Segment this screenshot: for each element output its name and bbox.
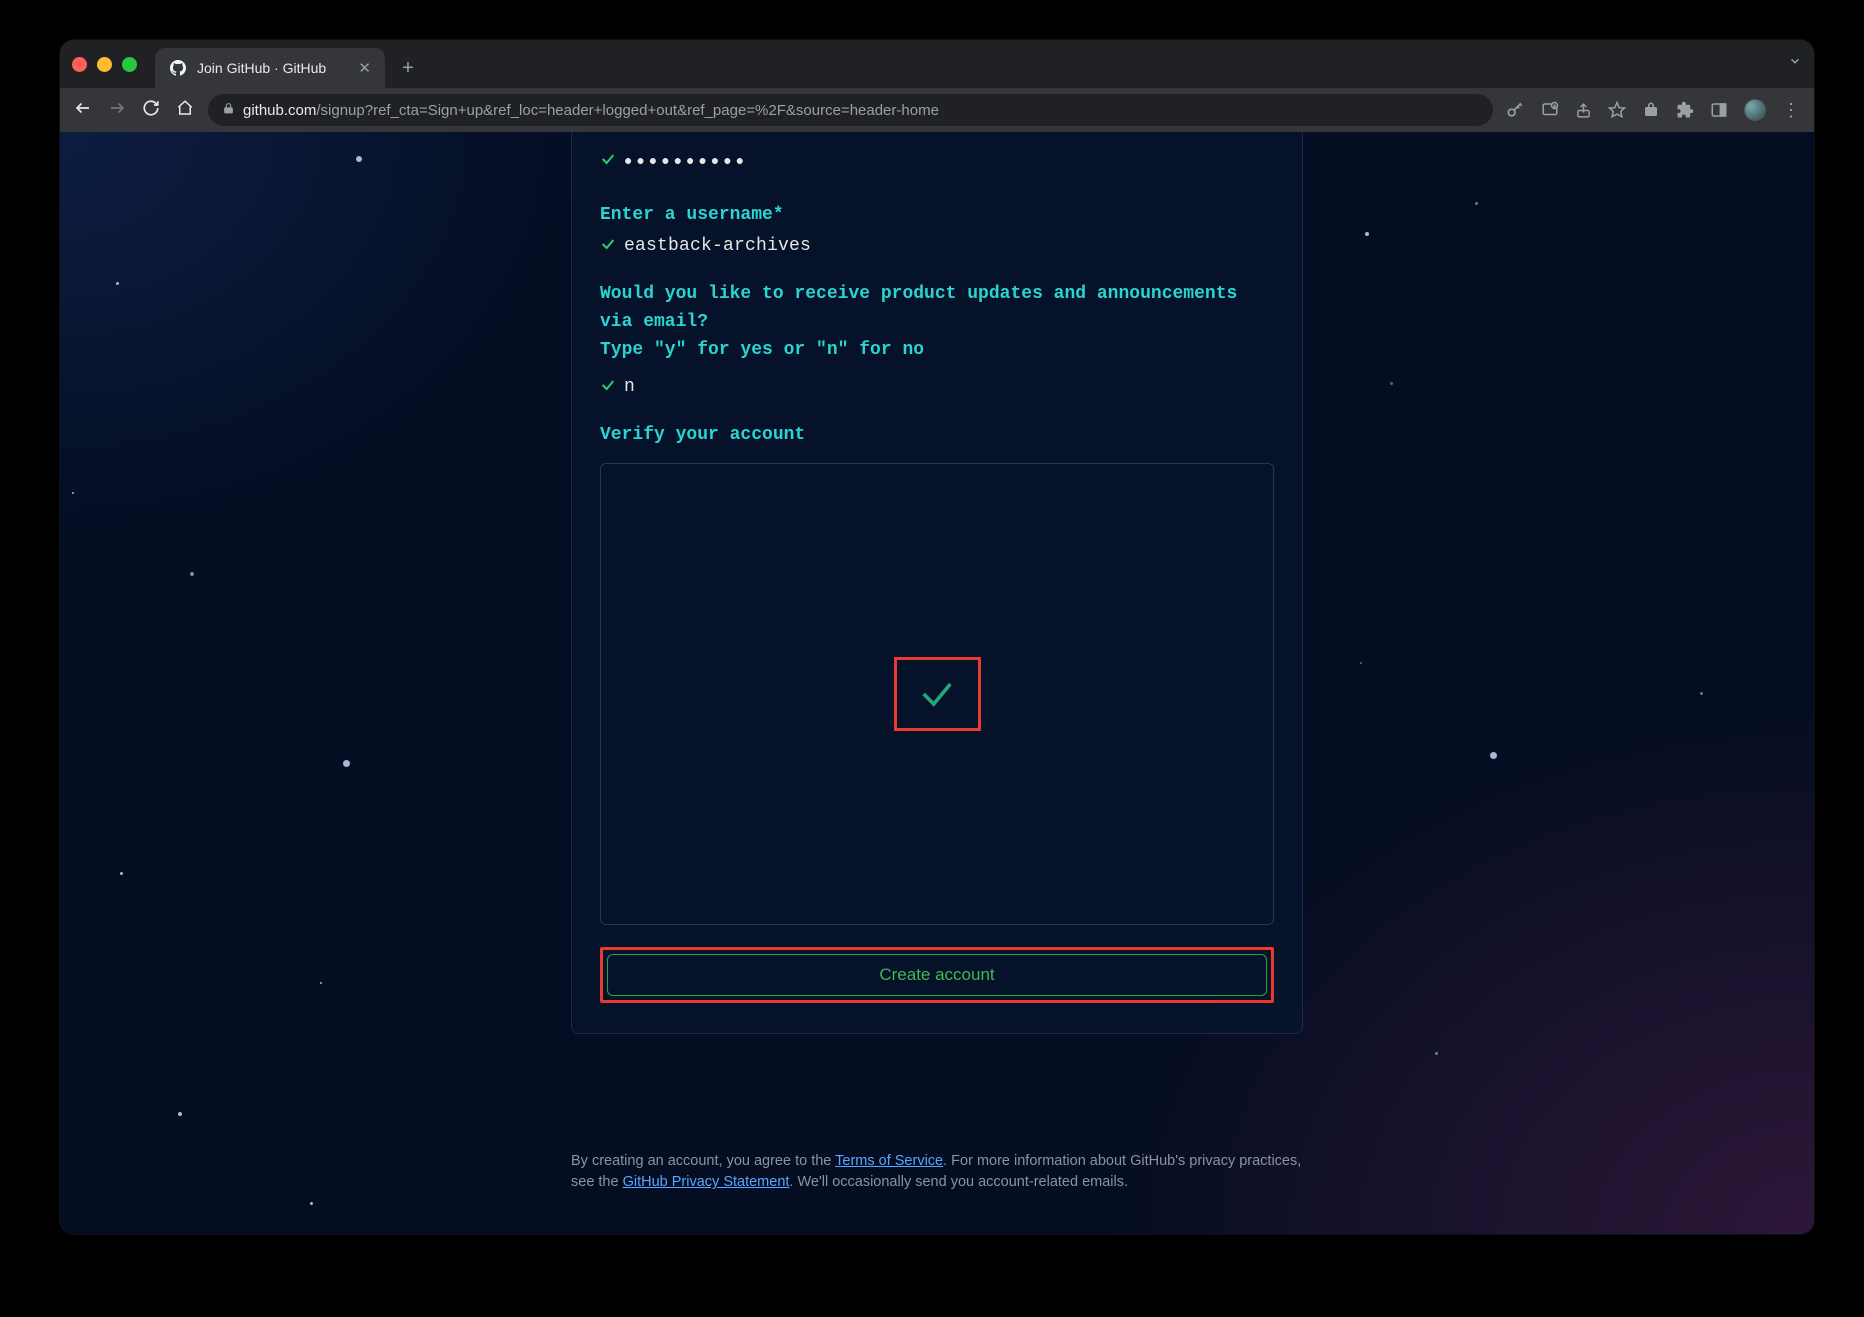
url-text: github.com/signup?ref_cta=Sign+up&ref_lo… bbox=[243, 102, 939, 119]
password-masked-value: ●●●●●●●●●● bbox=[624, 154, 748, 170]
profile-avatar[interactable] bbox=[1744, 99, 1766, 121]
star-decor bbox=[310, 1202, 313, 1205]
tab-strip: Join GitHub · GitHub ✕ + bbox=[60, 40, 1814, 88]
password-key-icon[interactable] bbox=[1505, 100, 1525, 120]
extension-icon-1[interactable] bbox=[1642, 101, 1660, 119]
username-prompt: Enter a username* bbox=[600, 202, 1274, 230]
tab-title: Join GitHub · GitHub bbox=[197, 60, 348, 76]
browser-tab[interactable]: Join GitHub · GitHub ✕ bbox=[155, 48, 385, 88]
create-account-highlight: Create account bbox=[600, 947, 1274, 1003]
star-decor bbox=[178, 1112, 182, 1116]
terms-of-service-link[interactable]: Terms of Service bbox=[835, 1153, 943, 1169]
star-decor bbox=[1700, 692, 1703, 695]
username-step: Enter a username* eastback-archives bbox=[600, 202, 1274, 257]
window-maximize-button[interactable] bbox=[122, 57, 137, 72]
star-decor bbox=[1490, 752, 1497, 759]
email-updates-step: Would you like to receive product update… bbox=[600, 281, 1274, 398]
email-updates-prompt-line1: Would you like to receive product update… bbox=[600, 281, 1274, 337]
tabs-dropdown-button[interactable] bbox=[1788, 54, 1802, 71]
tab-close-button[interactable]: ✕ bbox=[358, 59, 371, 77]
window-minimize-button[interactable] bbox=[97, 57, 112, 72]
create-account-button[interactable]: Create account bbox=[607, 954, 1267, 996]
github-favicon-icon bbox=[169, 59, 187, 77]
star-decor bbox=[116, 282, 119, 285]
star-decor bbox=[1435, 1052, 1438, 1055]
star-decor bbox=[190, 572, 194, 576]
captcha-check-icon bbox=[912, 674, 962, 714]
extensions-puzzle-icon[interactable] bbox=[1676, 101, 1694, 119]
email-updates-prompt-line2: Type "y" for yes or "n" for no bbox=[600, 337, 1274, 365]
address-bar[interactable]: github.com/signup?ref_cta=Sign+up&ref_lo… bbox=[208, 94, 1493, 126]
install-app-icon[interactable] bbox=[1541, 101, 1559, 119]
password-step: ●●●●●●●●●● bbox=[600, 151, 1274, 172]
nav-reload-button[interactable] bbox=[140, 99, 162, 122]
check-icon bbox=[600, 377, 616, 398]
signup-panel: ●●●●●●●●●● Enter a username* eastback-ar… bbox=[571, 132, 1303, 1034]
star-decor bbox=[343, 760, 350, 767]
star-decor bbox=[120, 872, 123, 875]
nav-back-button[interactable] bbox=[72, 99, 94, 122]
legal-text-prefix: By creating an account, you agree to the bbox=[571, 1153, 835, 1169]
star-decor bbox=[1390, 382, 1393, 385]
browser-window: Join GitHub · GitHub ✕ + bbox=[60, 40, 1814, 1234]
bookmark-star-icon[interactable] bbox=[1608, 101, 1626, 119]
star-decor bbox=[1475, 202, 1478, 205]
browser-toolbar: github.com/signup?ref_cta=Sign+up&ref_lo… bbox=[60, 88, 1814, 132]
verify-step: Verify your account bbox=[600, 422, 1274, 926]
username-value: eastback-archives bbox=[624, 236, 811, 256]
legal-text-suffix: . We'll occasionally send you account-re… bbox=[789, 1174, 1128, 1190]
check-icon bbox=[600, 151, 616, 172]
star-decor bbox=[1365, 232, 1369, 236]
new-tab-button[interactable]: + bbox=[393, 53, 423, 83]
legal-footer: By creating an account, you agree to the… bbox=[571, 1151, 1303, 1195]
share-icon[interactable] bbox=[1575, 102, 1592, 119]
captcha-verified-highlight bbox=[894, 657, 981, 731]
lock-icon bbox=[222, 102, 235, 118]
page-viewport: ●●●●●●●●●● Enter a username* eastback-ar… bbox=[60, 132, 1814, 1234]
star-decor bbox=[72, 492, 74, 494]
window-close-button[interactable] bbox=[72, 57, 87, 72]
nav-forward-button[interactable] bbox=[106, 99, 128, 122]
star-decor bbox=[356, 156, 362, 162]
email-updates-value: n bbox=[624, 377, 635, 397]
star-decor bbox=[1360, 662, 1362, 664]
captcha-container[interactable] bbox=[600, 463, 1274, 925]
check-icon bbox=[600, 236, 616, 257]
verify-prompt: Verify your account bbox=[600, 422, 1274, 450]
privacy-statement-link[interactable]: GitHub Privacy Statement bbox=[623, 1174, 790, 1190]
browser-menu-button[interactable]: ⋮ bbox=[1782, 100, 1802, 121]
star-decor bbox=[320, 982, 322, 984]
toolbar-actions: ⋮ bbox=[1505, 99, 1802, 121]
window-controls bbox=[72, 57, 137, 72]
nav-home-button[interactable] bbox=[174, 99, 196, 122]
side-panel-icon[interactable] bbox=[1710, 101, 1728, 119]
